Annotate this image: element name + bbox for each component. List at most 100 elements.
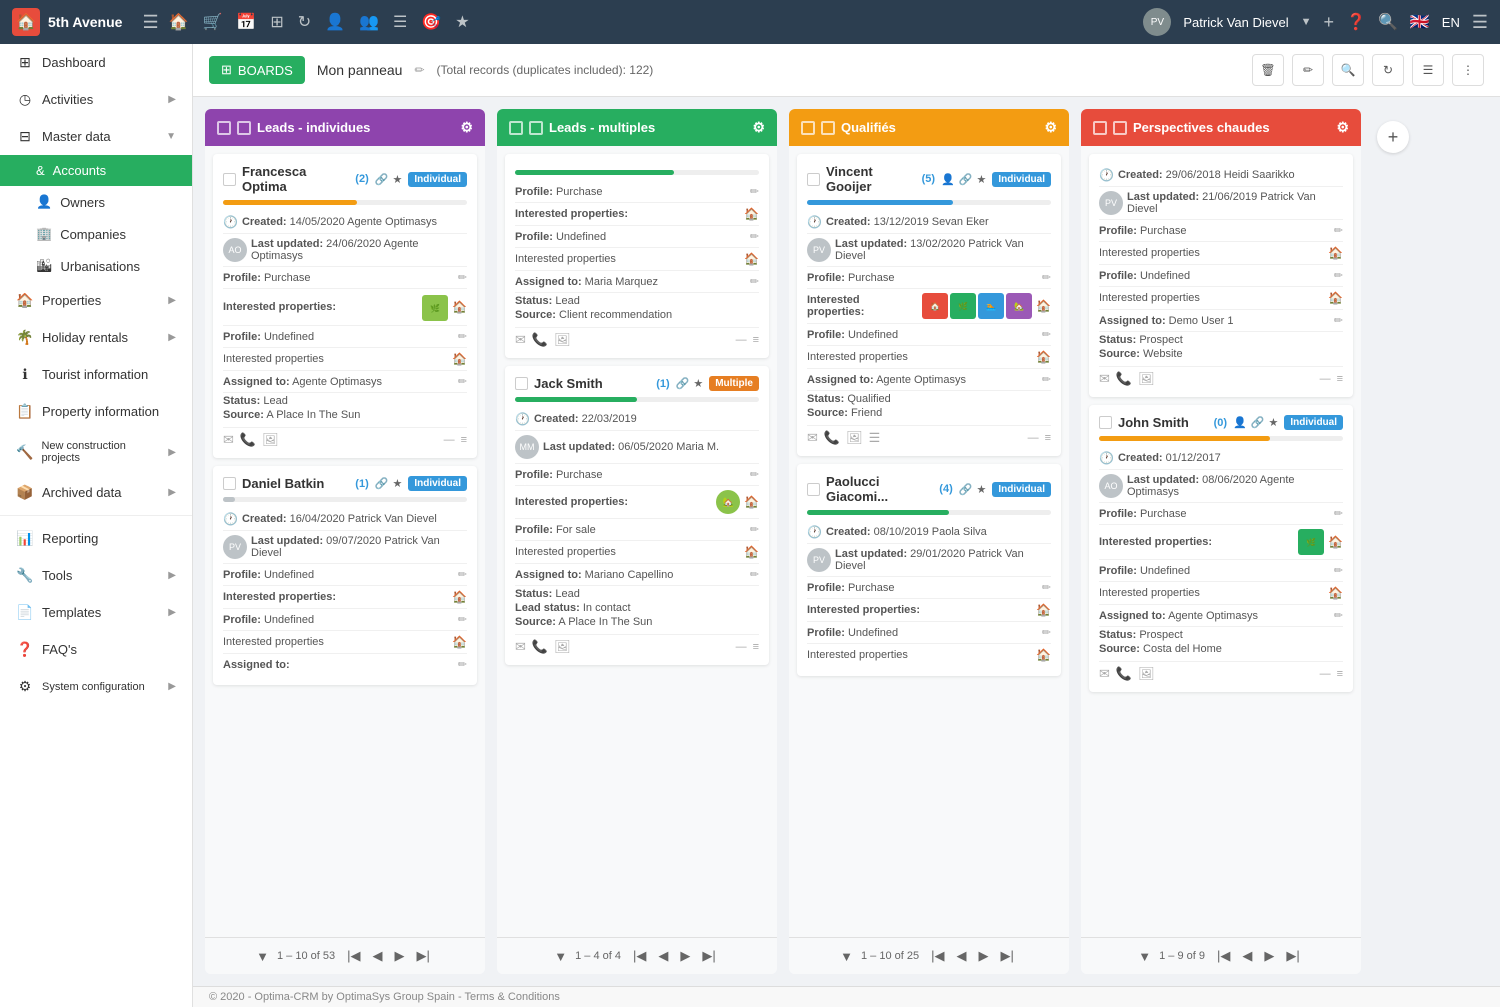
footer-dash-vincent[interactable]: — xyxy=(1028,432,1039,444)
col-footer-down-q[interactable]: ▼ xyxy=(840,949,853,964)
edit-profile2-vincent[interactable]: ✏ xyxy=(1042,328,1051,341)
add-icon[interactable]: + xyxy=(1324,12,1335,33)
sidebar-item-archived-data[interactable]: 📦 Archived data ▶ xyxy=(0,474,192,511)
edit-assigned-unnamed[interactable]: ✏ xyxy=(750,275,759,288)
list-icon-vincent[interactable]: ☰ xyxy=(869,430,881,446)
edit-profile-daniel[interactable]: ✏ xyxy=(458,568,467,581)
nav-first-q[interactable]: |◀ xyxy=(927,946,948,966)
nav-last-q[interactable]: ▶| xyxy=(996,946,1017,966)
phone-icon-vincent[interactable]: 📞 xyxy=(824,430,840,446)
col-gear-qualifies[interactable]: ⚙ xyxy=(1044,119,1057,136)
email-icon-u[interactable]: ✉ xyxy=(515,332,526,348)
footer-lines-u[interactable]: ≡ xyxy=(753,334,759,346)
footer-lines-vincent[interactable]: ≡ xyxy=(1045,432,1051,444)
footer-dash[interactable]: — xyxy=(444,434,455,446)
add-column-button[interactable]: + xyxy=(1377,121,1409,153)
edit-profile2-daniel[interactable]: ✏ xyxy=(458,613,467,626)
target-icon[interactable]: 🎯 xyxy=(421,12,441,32)
users-icon[interactable]: 👥 xyxy=(359,12,379,32)
sidebar-item-master-data[interactable]: ⊟ Master data ▼ xyxy=(0,118,192,155)
sidebar-item-new-construction[interactable]: 🔨 New construction projects ▶ xyxy=(0,430,192,474)
nav-next-q[interactable]: ▶ xyxy=(974,946,992,966)
edit-profile2-jack[interactable]: ✏ xyxy=(750,523,759,536)
user-icon-vincent[interactable]: 👤 xyxy=(941,173,955,186)
col-checkbox[interactable] xyxy=(217,121,231,135)
edit-profile-vincent[interactable]: ✏ xyxy=(1042,271,1051,284)
delete-button[interactable]: 🗑 xyxy=(1252,54,1284,86)
refresh-button[interactable]: ↻ xyxy=(1372,54,1404,86)
nav-next[interactable]: ▶ xyxy=(390,946,408,966)
nav-last[interactable]: ▶| xyxy=(412,946,433,966)
edit-assigned-daniel[interactable]: ✏ xyxy=(458,658,467,671)
footer-lines-heidi[interactable]: ≡ xyxy=(1337,373,1343,385)
list-view-button[interactable]: ☰ xyxy=(1412,54,1444,86)
edit-profile-unnamed[interactable]: ✏ xyxy=(750,185,759,198)
star-icon-paolucci[interactable]: ★ xyxy=(976,483,986,496)
footer-lines[interactable]: ≡ xyxy=(461,434,467,446)
edit-profile-francesca[interactable]: ✏ xyxy=(458,271,467,284)
phone-icon-u[interactable]: 📞 xyxy=(532,332,548,348)
star-icon-john[interactable]: ★ xyxy=(1268,416,1278,429)
sidebar-item-activities[interactable]: ◷ Activities ▶ xyxy=(0,81,192,118)
card-checkbox-francesca[interactable] xyxy=(223,173,236,186)
phone-icon-jack[interactable]: 📞 xyxy=(532,639,548,655)
col-checkbox-p2[interactable] xyxy=(1113,121,1127,135)
sidebar-item-tools[interactable]: 🔧 Tools ▶ xyxy=(0,557,192,594)
nav-prev-mult[interactable]: ◀ xyxy=(654,946,672,966)
col-footer-down-p[interactable]: ▼ xyxy=(1138,949,1151,964)
star-icon-card[interactable]: ★ xyxy=(392,173,402,186)
card-checkbox-daniel[interactable] xyxy=(223,477,236,490)
phone-icon-heidi[interactable]: 📞 xyxy=(1116,371,1132,387)
star-icon-vincent[interactable]: ★ xyxy=(976,173,986,186)
calendar-icon[interactable]: 📅 xyxy=(236,12,256,32)
grid-icon[interactable]: ⊞ xyxy=(270,12,283,32)
email-icon-john[interactable]: ✉ xyxy=(1099,666,1110,682)
edit-assigned-jack[interactable]: ✏ xyxy=(750,568,759,581)
nav-first-mult[interactable]: |◀ xyxy=(629,946,650,966)
footer-dash-john[interactable]: — xyxy=(1320,668,1331,680)
col-footer-down-mult[interactable]: ▼ xyxy=(554,949,567,964)
refresh-icon[interactable]: ↻ xyxy=(298,12,311,32)
card-checkbox-paolucci[interactable] xyxy=(807,483,820,496)
edit-profile-paolucci[interactable]: ✏ xyxy=(1042,581,1051,594)
nav-prev-q[interactable]: ◀ xyxy=(952,946,970,966)
edit-button[interactable]: ✏ xyxy=(1292,54,1324,86)
link-icon-vincent[interactable]: 🔗 xyxy=(959,173,973,186)
edit-profile2-paolucci[interactable]: ✏ xyxy=(1042,626,1051,639)
star-icon-jack[interactable]: ★ xyxy=(693,377,703,390)
col-gear-leads-ind[interactable]: ⚙ xyxy=(460,119,473,136)
card-checkbox-vincent[interactable] xyxy=(807,173,820,186)
search-button[interactable]: 🔍 xyxy=(1332,54,1364,86)
col-checkbox2[interactable] xyxy=(237,121,251,135)
link-icon-daniel[interactable]: 🔗 xyxy=(375,477,389,490)
hamburger-icon[interactable]: ☰ xyxy=(142,12,158,33)
col-checkbox-m2[interactable] xyxy=(529,121,543,135)
email-icon[interactable]: ✉ xyxy=(223,432,234,448)
col-gear-leads-mult[interactable]: ⚙ xyxy=(752,119,765,136)
sidebar-item-reporting[interactable]: 📊 Reporting xyxy=(0,520,192,557)
edit-profile2-francesca[interactable]: ✏ xyxy=(458,330,467,343)
help-icon[interactable]: ❓ xyxy=(1346,12,1366,32)
nav-next-p[interactable]: ▶ xyxy=(1260,946,1278,966)
sidebar-item-system-config[interactable]: ⚙ System configuration ▶ xyxy=(0,668,192,705)
boards-button[interactable]: ⊞ BOARDS xyxy=(209,56,305,84)
card-checkbox-jack[interactable] xyxy=(515,377,528,390)
nav-first-p[interactable]: |◀ xyxy=(1213,946,1234,966)
image-icon-john[interactable]: 🖼 xyxy=(1138,666,1155,682)
sidebar-item-properties[interactable]: 🏠 Properties ▶ xyxy=(0,282,192,319)
nav-last-p[interactable]: ▶| xyxy=(1282,946,1303,966)
phone-icon-john[interactable]: 📞 xyxy=(1116,666,1132,682)
col-checkbox-q1[interactable] xyxy=(801,121,815,135)
footer-dash-heidi[interactable]: — xyxy=(1320,373,1331,385)
footer-lines-john[interactable]: ≡ xyxy=(1337,668,1343,680)
menu-icon[interactable]: ☰ xyxy=(1472,12,1488,33)
edit-profile-heidi[interactable]: ✏ xyxy=(1334,224,1343,237)
edit-assigned-heidi[interactable]: ✏ xyxy=(1334,314,1343,327)
image-icon-vincent[interactable]: 🖼 xyxy=(846,430,863,446)
email-icon-vincent[interactable]: ✉ xyxy=(807,430,818,446)
card-checkbox-john[interactable] xyxy=(1099,416,1112,429)
search-icon[interactable]: 🔍 xyxy=(1378,12,1398,32)
link-icon[interactable]: 🔗 xyxy=(375,173,389,186)
sidebar-item-urbanisations[interactable]: 🏙 Urbanisations xyxy=(0,250,192,282)
edit-profile-john[interactable]: ✏ xyxy=(1334,507,1343,520)
